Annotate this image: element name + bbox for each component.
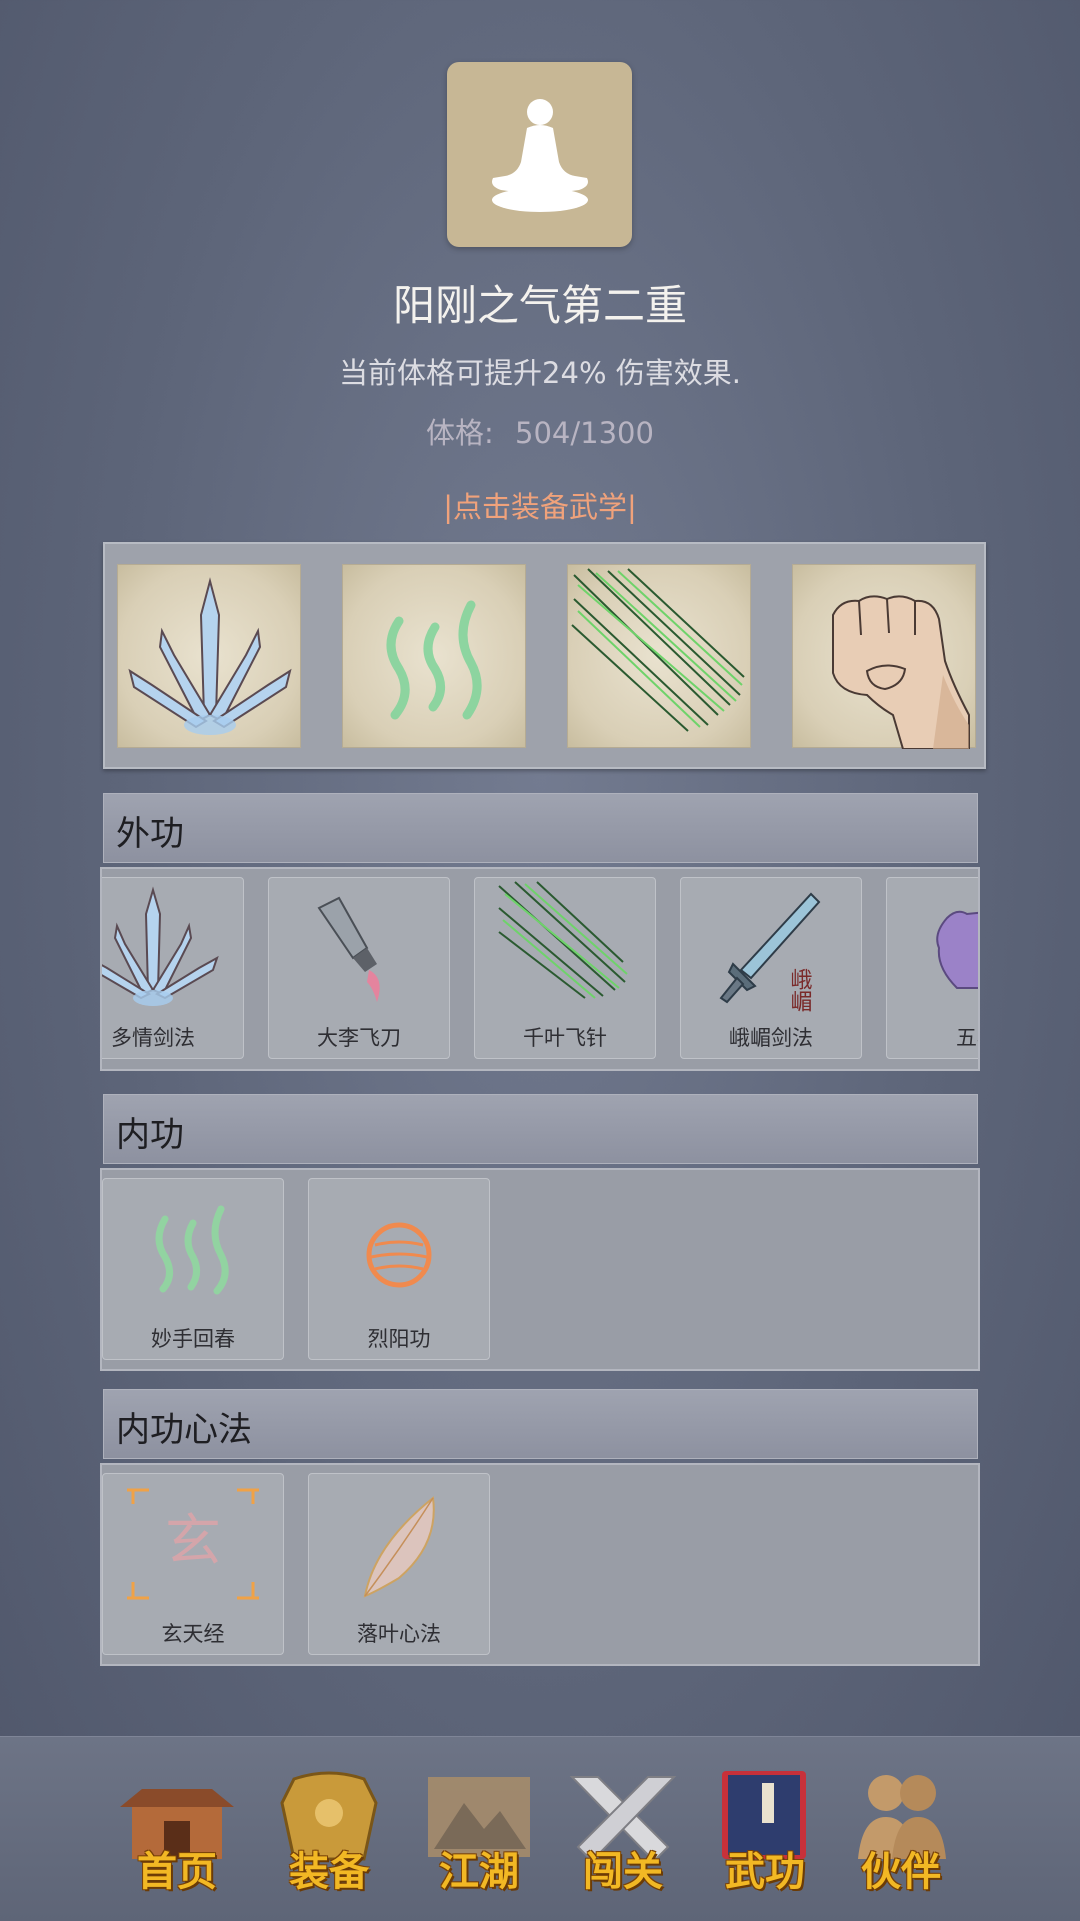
equipped-skills-bar [103,542,986,769]
skill-description: 当前体格可提升24% 伤害效果. [339,356,741,390]
skill-card-xuantian[interactable]: 玄 玄天经 [102,1473,284,1655]
skill-card-emei[interactable]: 峨嵋 峨嵋剑法 [680,877,862,1059]
mind-skills-list[interactable]: 玄 玄天经 落叶心法 [100,1463,980,1666]
nav-label: 伙伴 [861,1848,941,1895]
sword-fan-icon [128,577,292,735]
internal-skills-title: 内功 [116,1115,184,1155]
emei-icon-text: 峨嵋 [787,968,812,1012]
equip-skill-link[interactable]: |点击装备武学| [0,484,1080,526]
internal-skills-list[interactable]: 妙手回春 烈阳功 [100,1168,980,1371]
skill-title: 阳刚之气第二重 [392,281,687,330]
equipped-slot-4[interactable] [792,564,976,750]
poison-hand-icon [936,910,978,989]
mind-skills-title: 内功心法 [116,1410,252,1450]
internal-skills-header: 内功 [103,1094,978,1164]
skill-card-label: 多情剑法 [111,1026,195,1050]
nav-label: 武功 [725,1848,805,1895]
sword-fan-icon [102,886,219,1006]
skill-card-label: 烈阳功 [367,1327,431,1351]
skill-card-miaoshou[interactable]: 妙手回春 [102,1178,284,1360]
nav-label: 首页 [137,1848,217,1895]
skill-card-qianye[interactable]: 千叶飞针 [474,877,656,1059]
skill-card-label: 玄天经 [161,1622,225,1646]
xuan-icon-text: 玄 [165,1509,221,1574]
skill-card-label: 峨嵋剑法 [729,1026,813,1050]
meditation-portrait [447,62,632,247]
mind-skills-header: 内功心法 [103,1389,978,1459]
external-skills-list[interactable]: 多情剑法 大李飞刀 千叶飞针 峨嵋 峨嵋剑法 五 [100,867,980,1071]
flying-knife-icon [317,896,380,1002]
external-skills-header: 外功 [103,793,978,863]
external-skills-title: 外功 [116,814,184,854]
skill-card-dali[interactable]: 大李飞刀 [268,877,450,1059]
nav-challenge[interactable]: 闯关 [558,1763,688,1895]
qi-wave-icon [386,600,482,720]
physique-label: 体格: [426,416,494,450]
skill-card-label: 落叶心法 [357,1622,441,1646]
equipped-slot-2[interactable] [342,564,526,748]
skill-card-label: 大李飞刀 [317,1026,401,1050]
qi-wave-icon [155,1205,229,1295]
fist-icon [832,595,970,750]
nav-jianghu[interactable]: 江湖 [414,1763,544,1895]
bottom-nav: 首页 装备 江湖 闯关 武功 伙伴 [0,1736,1080,1921]
nav-home[interactable]: 首页 [112,1763,242,1895]
skill-card-label: 千叶飞针 [523,1026,607,1050]
nav-label: 江湖 [439,1848,519,1895]
skill-card-lieyang[interactable]: 烈阳功 [308,1178,490,1360]
skill-card-label: 妙手回春 [151,1327,235,1351]
nav-label: 装备 [289,1848,369,1895]
xuan-scroll-icon: 玄 [127,1488,259,1600]
leaf-icon [363,1496,435,1598]
flying-needles-icon [498,881,628,999]
skill-card-duoqing[interactable]: 多情剑法 [102,877,244,1059]
nav-martial-arts[interactable]: 武功 [700,1763,830,1895]
nav-equipment[interactable]: 装备 [264,1763,394,1895]
physique-value: 504/1300 [515,416,654,450]
nav-companions[interactable]: 伙伴 [836,1763,966,1895]
nav-label: 闯关 [583,1848,663,1895]
equipped-slot-3[interactable] [567,564,751,748]
physique-stat: 体格: 504/1300 [0,410,1080,452]
meditating-figure-icon [491,98,588,212]
skill-card-label: 五毒 [956,1026,978,1050]
equipped-slot-1[interactable] [117,564,301,748]
sword-icon: 峨嵋 [719,892,821,1012]
skill-card-wudu[interactable]: 五毒 [886,877,978,1059]
sun-orb-icon [366,1222,432,1288]
skill-card-luoye[interactable]: 落叶心法 [308,1473,490,1655]
flying-needles-icon [571,568,745,732]
